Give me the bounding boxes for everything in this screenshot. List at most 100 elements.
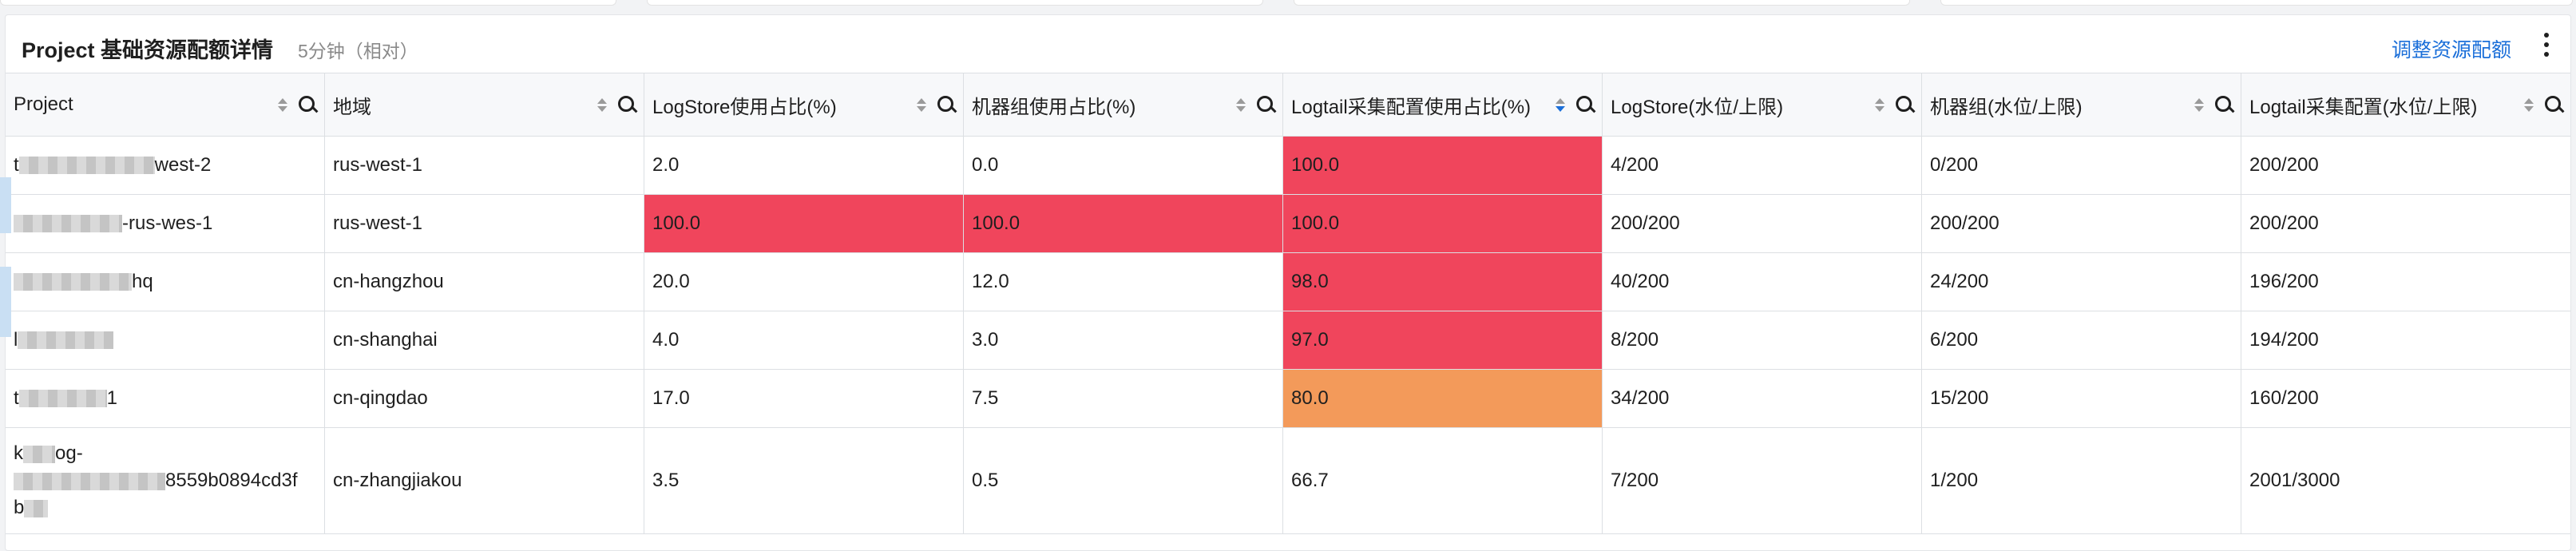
region-cell: cn-hangzhou xyxy=(325,253,644,311)
search-icon[interactable] xyxy=(937,96,955,113)
logstore-pct-cell: 17.0 xyxy=(644,370,964,427)
project-cell: -rus-wes-1 xyxy=(6,195,325,252)
redacted-mask xyxy=(18,157,155,174)
column-header-region: 地域 xyxy=(325,73,644,136)
sort-icon[interactable] xyxy=(278,97,287,112)
redacted-mask xyxy=(14,215,122,232)
column-header-logtail-pct: Logtail采集配置使用占比(%) xyxy=(1283,73,1603,136)
logtail-pct-cell: 66.7 xyxy=(1283,428,1603,533)
region-cell: cn-zhangjiakou xyxy=(325,428,644,533)
redacted-mask xyxy=(23,445,55,463)
sort-icon[interactable] xyxy=(1875,97,1884,112)
logstore-quota-cell: 8/200 xyxy=(1603,311,1922,369)
logstore-pct-cell: 4.0 xyxy=(644,311,964,369)
top-panel-edge xyxy=(647,0,1263,6)
more-icon[interactable] xyxy=(2540,33,2553,57)
search-icon[interactable] xyxy=(299,96,316,113)
project-cell: k og- 8559b0894cd3f b xyxy=(6,428,325,533)
logtail-pct-cell: 100.0 xyxy=(1283,137,1603,194)
machine-pct-cell: 3.0 xyxy=(964,311,1283,369)
table-header-row: Project 地域 LogStore使用占比(%) 机器组使用占比(%) Lo… xyxy=(6,73,2570,137)
column-label: Logtail采集配置(水位/上限) xyxy=(2249,96,2478,118)
project-suffix: hq xyxy=(132,271,153,292)
logstore-quota-cell: 7/200 xyxy=(1603,428,1922,533)
project-prefix: t xyxy=(14,154,19,176)
machine-pct-cell: 0.5 xyxy=(964,428,1283,533)
logstore-quota-cell: 200/200 xyxy=(1603,195,1922,252)
logstore-quota-cell: 34/200 xyxy=(1603,370,1922,427)
row-accent xyxy=(0,267,11,337)
project-cell: l xyxy=(6,311,325,369)
search-icon[interactable] xyxy=(1896,96,1913,113)
table-row: t west-2 rus-west-1 2.0 0.0 100.0 4/200 … xyxy=(6,137,2570,195)
search-icon[interactable] xyxy=(618,96,636,113)
redacted-mask xyxy=(18,331,114,349)
sort-icon[interactable] xyxy=(2524,97,2534,112)
sort-icon[interactable] xyxy=(597,97,607,112)
region-cell: cn-qingdao xyxy=(325,370,644,427)
column-label: LogStore使用占比(%) xyxy=(652,96,837,118)
redacted-mask xyxy=(14,472,165,490)
machine-quota-cell: 6/200 xyxy=(1922,311,2241,369)
project-suffix: west-2 xyxy=(154,154,212,176)
column-label: Project xyxy=(14,93,73,115)
top-panel-edge xyxy=(1294,0,1910,6)
project-suffix: -rus-wes-1 xyxy=(122,212,213,234)
machine-pct-cell: 0.0 xyxy=(964,137,1283,194)
logstore-pct-cell: 2.0 xyxy=(644,137,964,194)
sort-icon[interactable] xyxy=(2194,97,2204,112)
logtail-quota-cell: 196/200 xyxy=(2249,271,2319,292)
column-label: 机器组使用占比(%) xyxy=(972,96,1136,118)
logtail-pct-cell: 80.0 xyxy=(1283,370,1603,427)
logtail-pct-cell: 100.0 xyxy=(1283,195,1603,252)
table-row: k og- 8559b0894cd3f b cn-zhangjiakou 3.5 … xyxy=(6,428,2570,534)
top-panel-edge xyxy=(0,0,616,6)
sort-icon[interactable] xyxy=(1556,97,1565,112)
column-header-logstore-quota: LogStore(水位/上限) xyxy=(1603,73,1922,136)
project-line: 8559b0894cd3f xyxy=(14,467,298,494)
search-icon[interactable] xyxy=(1257,96,1274,113)
table-row: -rus-wes-1 rus-west-1 100.0 100.0 100.0 … xyxy=(6,195,2570,253)
logtail-quota-cell: 200/200 xyxy=(2249,154,2319,176)
column-label: 机器组(水位/上限) xyxy=(1930,96,2083,118)
search-icon[interactable] xyxy=(2215,96,2233,113)
logstore-quota-cell: 40/200 xyxy=(1603,253,1922,311)
project-cell: t west-2 xyxy=(6,137,325,194)
column-label: 地域 xyxy=(333,96,371,118)
redacted-mask xyxy=(14,273,132,291)
machine-pct-cell: 100.0 xyxy=(964,195,1283,252)
machine-quota-cell: 1/200 xyxy=(1922,428,2241,533)
adjust-quota-link[interactable]: 调整资源配额 xyxy=(2392,34,2511,63)
logstore-quota-cell: 4/200 xyxy=(1603,137,1922,194)
project-prefix: t xyxy=(14,387,19,409)
search-icon[interactable] xyxy=(2545,96,2562,113)
column-label: LogStore(水位/上限) xyxy=(1611,96,1784,118)
column-header-project: Project xyxy=(6,73,325,136)
machine-pct-cell: 12.0 xyxy=(964,253,1283,311)
panel-title: Project 基础资源配额详情 xyxy=(22,38,274,62)
redacted-mask xyxy=(18,390,107,407)
redacted-mask xyxy=(24,499,49,517)
row-accent xyxy=(0,177,11,233)
sort-icon[interactable] xyxy=(917,97,926,112)
region-cell: cn-shanghai xyxy=(325,311,644,369)
logstore-pct-cell: 20.0 xyxy=(644,253,964,311)
machine-quota-cell: 24/200 xyxy=(1922,253,2241,311)
column-header-machine-quota: 机器组(水位/上限) xyxy=(1922,73,2241,136)
logtail-quota-cell: 2001/3000 xyxy=(2249,470,2340,491)
project-line: b xyxy=(14,494,49,521)
search-icon[interactable] xyxy=(1576,96,1594,113)
table-row: hq cn-hangzhou 20.0 12.0 98.0 40/200 24/… xyxy=(6,253,2570,311)
region-cell: rus-west-1 xyxy=(325,195,644,252)
column-label: Logtail采集配置使用占比(%) xyxy=(1291,96,1532,118)
column-header-machine-pct: 机器组使用占比(%) xyxy=(964,73,1283,136)
logtail-quota-cell: 200/200 xyxy=(2249,212,2319,234)
machine-quota-cell: 0/200 xyxy=(1922,137,2241,194)
logtail-pct-cell: 97.0 xyxy=(1283,311,1603,369)
top-strip xyxy=(0,0,2576,8)
logtail-quota-cell: 160/200 xyxy=(2249,387,2319,409)
project-line: k og- xyxy=(14,442,83,464)
sort-icon[interactable] xyxy=(1236,97,1246,112)
machine-quota-cell: 200/200 xyxy=(1922,195,2241,252)
logstore-pct-cell: 3.5 xyxy=(644,428,964,533)
